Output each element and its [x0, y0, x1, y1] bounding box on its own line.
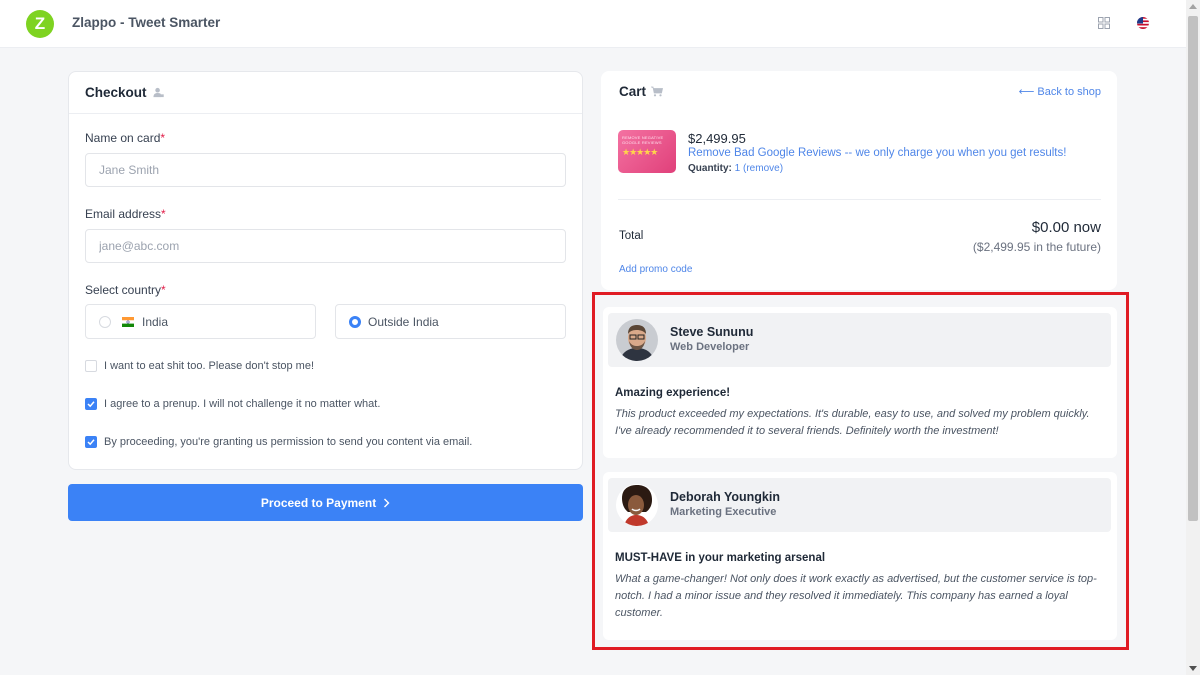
total-label: Total	[619, 230, 644, 242]
consent-checkbox-1[interactable]	[85, 360, 97, 372]
product-price: $2,499.95	[688, 131, 746, 146]
email-label-text: Email address	[85, 207, 162, 221]
cart-card: Cart ⟵ Back to shop REMOVE NEGATIVE GOOG…	[601, 71, 1117, 290]
quantity-row: Quantity: 1 (remove)	[688, 163, 783, 174]
outside-india-radio[interactable]	[349, 315, 361, 328]
required-mark: *	[160, 131, 166, 145]
product-thumbnail: REMOVE NEGATIVE GOOGLE REVIEWS ★★★★★	[618, 130, 676, 173]
country-option-india[interactable]: India	[85, 304, 316, 339]
quantity-label: Quantity:	[688, 163, 732, 174]
scroll-down-arrow-icon[interactable]	[1189, 666, 1197, 671]
consent-label-1: I want to eat shit too. Please don't sto…	[104, 360, 314, 372]
consent-checkbox-row-1[interactable]: I want to eat shit too. Please don't sto…	[85, 360, 314, 372]
remove-item-link[interactable]: (remove)	[743, 163, 783, 174]
proceed-label: Proceed to Payment	[260, 495, 377, 510]
consent-checkbox-row-3[interactable]: By proceeding, you're granting us permis…	[85, 436, 472, 448]
highlight-box	[592, 292, 1129, 650]
required-mark: *	[161, 207, 166, 221]
proceed-to-payment-button[interactable]: Proceed to Payment	[68, 484, 583, 521]
checkout-header: Checkout	[69, 72, 582, 114]
email-input[interactable]	[85, 229, 566, 263]
cart-divider	[618, 199, 1101, 200]
consent-checkbox-2[interactable]	[85, 398, 97, 410]
app-title: Zlappo - Tweet Smarter	[72, 15, 221, 30]
page-scrollbar[interactable]	[1186, 0, 1200, 675]
india-label: India	[142, 314, 169, 329]
user-lock-icon	[152, 87, 164, 98]
consent-label-2: I agree to a prenup. I will not challeng…	[104, 398, 381, 410]
star-rating-icon: ★★★★★	[622, 147, 658, 157]
checkmark-icon	[87, 439, 95, 446]
checkout-title: Checkout	[85, 85, 147, 100]
logo-letter: Z	[34, 14, 46, 33]
checkmark-icon	[87, 401, 95, 408]
outside-india-label: Outside India	[368, 314, 439, 329]
total-future: ($2,499.95 in the future)	[972, 240, 1101, 254]
required-mark: *	[161, 283, 166, 297]
thumbnail-caption: REMOVE NEGATIVE GOOGLE REVIEWS	[622, 135, 664, 145]
total-now: $0.00 now	[1031, 219, 1101, 236]
cart-header: Cart	[619, 84, 664, 99]
us-flag-icon[interactable]	[1137, 17, 1149, 29]
cart-icon	[651, 86, 664, 97]
india-flag-icon	[122, 316, 134, 327]
scroll-up-arrow-icon[interactable]	[1189, 4, 1197, 9]
consent-label-3: By proceeding, you're granting us permis…	[104, 436, 473, 448]
back-to-shop-link[interactable]: ⟵ Back to shop	[1019, 85, 1101, 98]
email-label: Email address*	[85, 207, 166, 221]
top-bar: Z Zlappo - Tweet Smarter	[0, 0, 1186, 48]
consent-checkbox-3[interactable]	[85, 436, 97, 448]
scrollbar-thumb[interactable]	[1188, 16, 1198, 521]
name-label-text: Name on card	[85, 131, 161, 145]
product-name-link[interactable]: Remove Bad Google Reviews -- we only cha…	[688, 147, 1066, 159]
quantity-value[interactable]: 1	[735, 163, 741, 174]
name-on-card-input[interactable]	[85, 153, 566, 187]
grid-icon[interactable]	[1098, 17, 1110, 29]
checkout-card: Checkout Name on card* Email address* Se…	[68, 71, 583, 470]
chevron-right-icon	[384, 498, 390, 507]
cart-title: Cart	[619, 84, 647, 99]
name-label: Name on card*	[85, 131, 165, 145]
country-label-text: Select country	[85, 283, 162, 297]
consent-checkbox-row-2[interactable]: I agree to a prenup. I will not challeng…	[85, 398, 380, 410]
country-label: Select country*	[85, 283, 166, 297]
add-promo-code-link[interactable]: Add promo code	[619, 264, 692, 275]
india-radio[interactable]	[99, 315, 111, 328]
country-option-outside-india[interactable]: Outside India	[335, 304, 566, 339]
app-logo[interactable]: Z	[26, 10, 54, 38]
